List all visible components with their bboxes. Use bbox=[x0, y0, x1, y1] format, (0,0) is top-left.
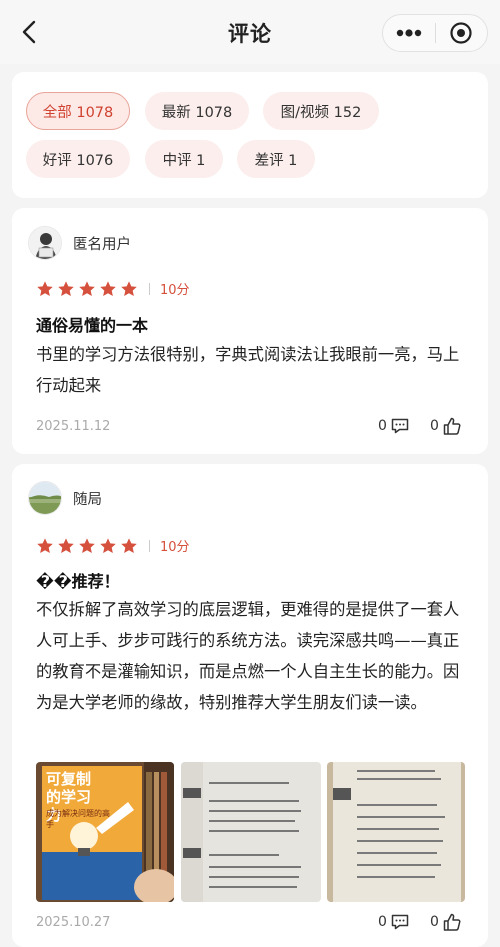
star-icon bbox=[100, 280, 116, 296]
review-photo[interactable] bbox=[327, 762, 465, 902]
review-date: 2025.11.12 bbox=[36, 419, 111, 434]
target-icon bbox=[450, 22, 472, 44]
comment-icon bbox=[391, 914, 409, 930]
rating-divider bbox=[149, 539, 150, 552]
header: 评论 bbox=[0, 0, 500, 64]
comment-count: 0 bbox=[378, 914, 387, 930]
review-user: 匿名用户 bbox=[28, 226, 131, 260]
book-subtitle: 成为解决问题的高手 bbox=[46, 809, 110, 829]
filter-media[interactable]: 图/视频 152 bbox=[263, 92, 379, 130]
thumb-up-icon bbox=[443, 913, 461, 931]
review-title: 通俗易懂的一本 bbox=[36, 316, 149, 335]
comment-icon bbox=[391, 418, 409, 434]
filter-panel: 全部 1078 最新 1078 图/视频 152 好评 1076 中评 1 差评… bbox=[12, 72, 488, 198]
review-body: 不仅拆解了高效学习的底层逻辑，更难得的是提供了一套人人可上手、步步可践行的系统方… bbox=[36, 600, 460, 712]
review-title: ��推荐！ bbox=[36, 572, 120, 591]
user-name: 随局 bbox=[73, 491, 102, 508]
close-miniapp-button[interactable] bbox=[435, 15, 487, 51]
rating-score: 10分 bbox=[160, 283, 190, 298]
star-icon bbox=[58, 537, 74, 553]
avatar[interactable] bbox=[28, 481, 62, 515]
thumb-up-icon bbox=[443, 417, 461, 435]
review-card: 匿名用户 10分 通俗易懂的一本 书里的学习方法很特别，字典式阅读法让我眼前一亮… bbox=[12, 208, 488, 454]
review-user: 随局 bbox=[28, 481, 102, 515]
star-icon bbox=[121, 537, 137, 553]
filter-neutral[interactable]: 中评 1 bbox=[145, 140, 223, 178]
miniapp-capsule bbox=[382, 14, 488, 52]
star-icon bbox=[100, 537, 116, 553]
filter-negative[interactable]: 差评 1 bbox=[237, 140, 315, 178]
review-photo[interactable] bbox=[181, 762, 321, 902]
review-photo[interactable]: 可复制的学习力 成为解决问题的高手 bbox=[36, 762, 174, 902]
more-dots-icon bbox=[396, 29, 421, 37]
review-date: 2025.10.27 bbox=[36, 915, 111, 930]
user-name: 匿名用户 bbox=[73, 236, 131, 253]
filter-all[interactable]: 全部 1078 bbox=[26, 92, 130, 130]
review-card: 随局 10分 ��推荐！ 不仅拆解了高效学习的底层逻辑，更难得的是提供了一套人人… bbox=[12, 464, 488, 947]
like-button[interactable]: 0 bbox=[430, 416, 462, 436]
filter-positive[interactable]: 好评 1076 bbox=[26, 140, 130, 178]
more-button[interactable] bbox=[383, 15, 435, 51]
like-button[interactable]: 0 bbox=[430, 912, 462, 932]
star-icon bbox=[121, 280, 137, 296]
filter-latest[interactable]: 最新 1078 bbox=[145, 92, 249, 130]
star-rating: 10分 bbox=[36, 279, 190, 298]
review-body: 书里的学习方法很特别，字典式阅读法让我眼前一亮，马上行动起来 bbox=[36, 345, 460, 395]
star-rating: 10分 bbox=[36, 536, 190, 555]
like-count: 0 bbox=[430, 914, 439, 930]
comment-count: 0 bbox=[378, 418, 387, 434]
like-count: 0 bbox=[430, 418, 439, 434]
star-icon bbox=[79, 537, 95, 553]
star-icon bbox=[79, 280, 95, 296]
rating-score: 10分 bbox=[160, 540, 190, 555]
star-icon bbox=[37, 537, 53, 553]
avatar[interactable] bbox=[28, 226, 62, 260]
star-icon bbox=[37, 280, 53, 296]
comment-button[interactable]: 0 bbox=[378, 912, 410, 932]
rating-divider bbox=[149, 282, 150, 295]
comment-button[interactable]: 0 bbox=[378, 416, 410, 436]
star-icon bbox=[58, 280, 74, 296]
